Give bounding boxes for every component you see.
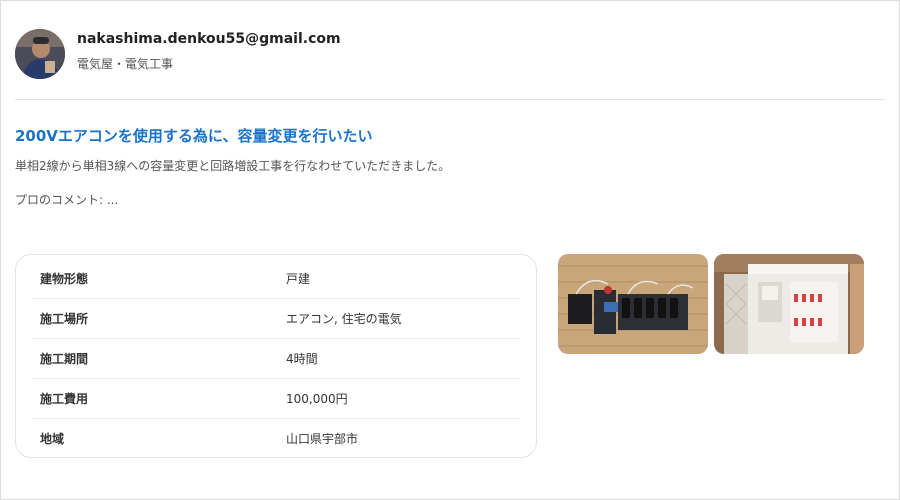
detail-value: 100,000円 [286, 392, 348, 406]
detail-label: 建物形態 [40, 272, 89, 286]
detail-value: 4時間 [286, 352, 318, 366]
header-divider [15, 99, 885, 100]
work-photo-2[interactable] [714, 254, 864, 354]
details-card: 建物形態 戸建 施工場所 エアコン, 住宅の電気 施工期間 4時間 施工費用 1… [15, 254, 537, 458]
detail-value: エアコン, 住宅の電気 [286, 312, 402, 326]
pro-comment: プロのコメント: ... [15, 193, 119, 207]
detail-label: 施工場所 [40, 312, 89, 326]
case-description: 単相2線から単相3線への容量変更と回路増設工事を行なわせていただきました。 [15, 159, 451, 173]
detail-row-building-type: 建物形態 戸建 [32, 259, 520, 299]
case-title[interactable]: 200Vエアコンを使用する為に、容量変更を行いたい [15, 125, 372, 146]
profile-header: nakashima.denkou55@gmail.com 電気屋・電気工事 [15, 29, 885, 79]
detail-label: 地域 [40, 432, 65, 446]
detail-label: 施工期間 [40, 352, 89, 366]
detail-row-location: 施工場所 エアコン, 住宅の電気 [32, 299, 520, 339]
detail-label: 施工費用 [40, 392, 89, 406]
detail-row-region: 地域 山口県宇部市 [32, 419, 520, 458]
detail-value: 山口県宇部市 [286, 432, 359, 446]
detail-row-cost: 施工費用 100,000円 [32, 379, 520, 419]
user-email: nakashima.denkou55@gmail.com [77, 31, 341, 47]
detail-row-duration: 施工期間 4時間 [32, 339, 520, 379]
detail-value: 戸建 [286, 272, 311, 286]
avatar[interactable] [15, 29, 65, 79]
work-photo-1[interactable] [558, 254, 708, 354]
user-category: 電気屋・電気工事 [77, 57, 174, 71]
